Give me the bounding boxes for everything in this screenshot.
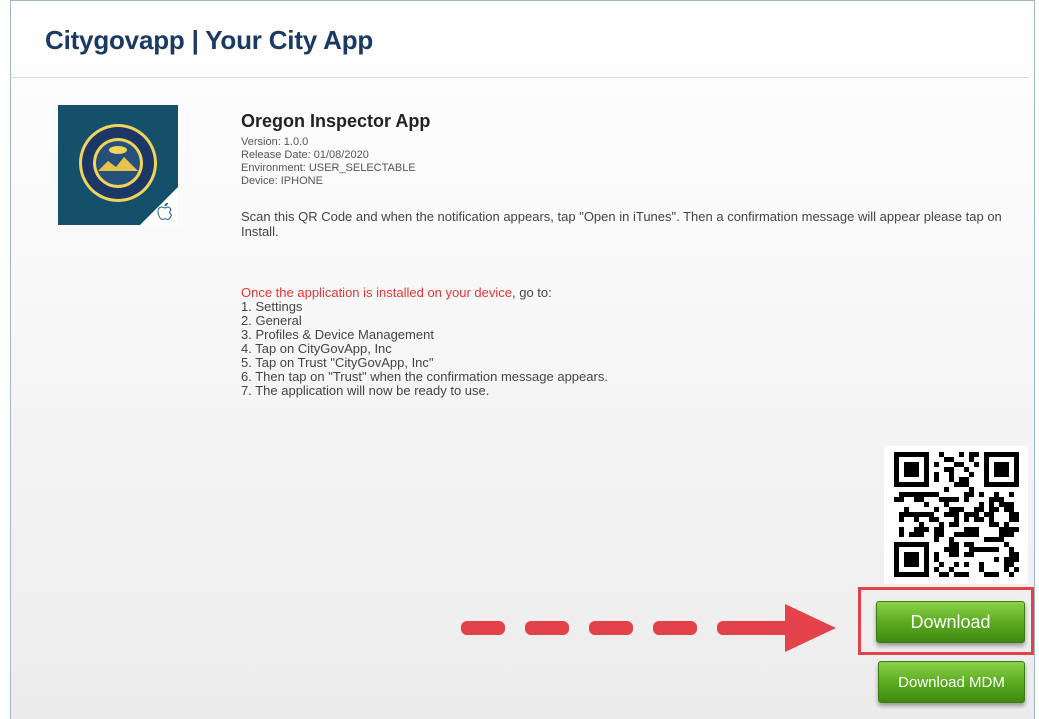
download-button[interactable]: Download xyxy=(876,601,1025,643)
pointer-arrow-icon xyxy=(461,604,836,652)
app-release-date: Release Date: 01/08/2020 xyxy=(241,149,369,161)
install-instructions: Once the application is installed on you… xyxy=(241,286,608,398)
install-step: 4. Tap on CityGovApp, Inc xyxy=(241,341,392,356)
page-title: Citygovapp | Your City App xyxy=(45,25,374,55)
install-steps: 1. Settings 2. General 3. Profiles & Dev… xyxy=(241,300,608,398)
scan-instructions: Scan this QR Code and when the notificat… xyxy=(241,209,1002,239)
app-environment: Environment: USER_SELECTABLE xyxy=(241,162,416,174)
qr-code-image xyxy=(894,452,1019,577)
qr-code xyxy=(884,446,1028,584)
install-step: 6. Then tap on "Trust" when the confirma… xyxy=(241,369,608,384)
app-device: Device: IPHONE xyxy=(241,175,323,187)
app-name: Oregon Inspector App xyxy=(241,111,431,131)
app-icon xyxy=(58,105,178,225)
app-meta: Version: 1.0.0 Release Date: 01/08/2020 … xyxy=(241,136,416,188)
apple-icon xyxy=(157,202,173,221)
installed-suffix: , go to: xyxy=(512,285,552,300)
header-divider xyxy=(10,77,1029,78)
app-version: Version: 1.0.0 xyxy=(241,136,309,148)
download-mdm-button[interactable]: Download MDM xyxy=(878,661,1025,703)
installed-line: Once the application is installed on you… xyxy=(241,286,608,300)
installed-highlight: Once the application is installed on you… xyxy=(241,285,512,300)
install-step: 1. Settings xyxy=(241,299,303,314)
install-step: 3. Profiles & Device Management xyxy=(241,327,434,342)
install-step: 2. General xyxy=(241,313,302,328)
install-step: 7. The application will now be ready to … xyxy=(241,383,490,398)
install-step: 5. Tap on Trust "CityGovApp, Inc" xyxy=(241,355,434,370)
